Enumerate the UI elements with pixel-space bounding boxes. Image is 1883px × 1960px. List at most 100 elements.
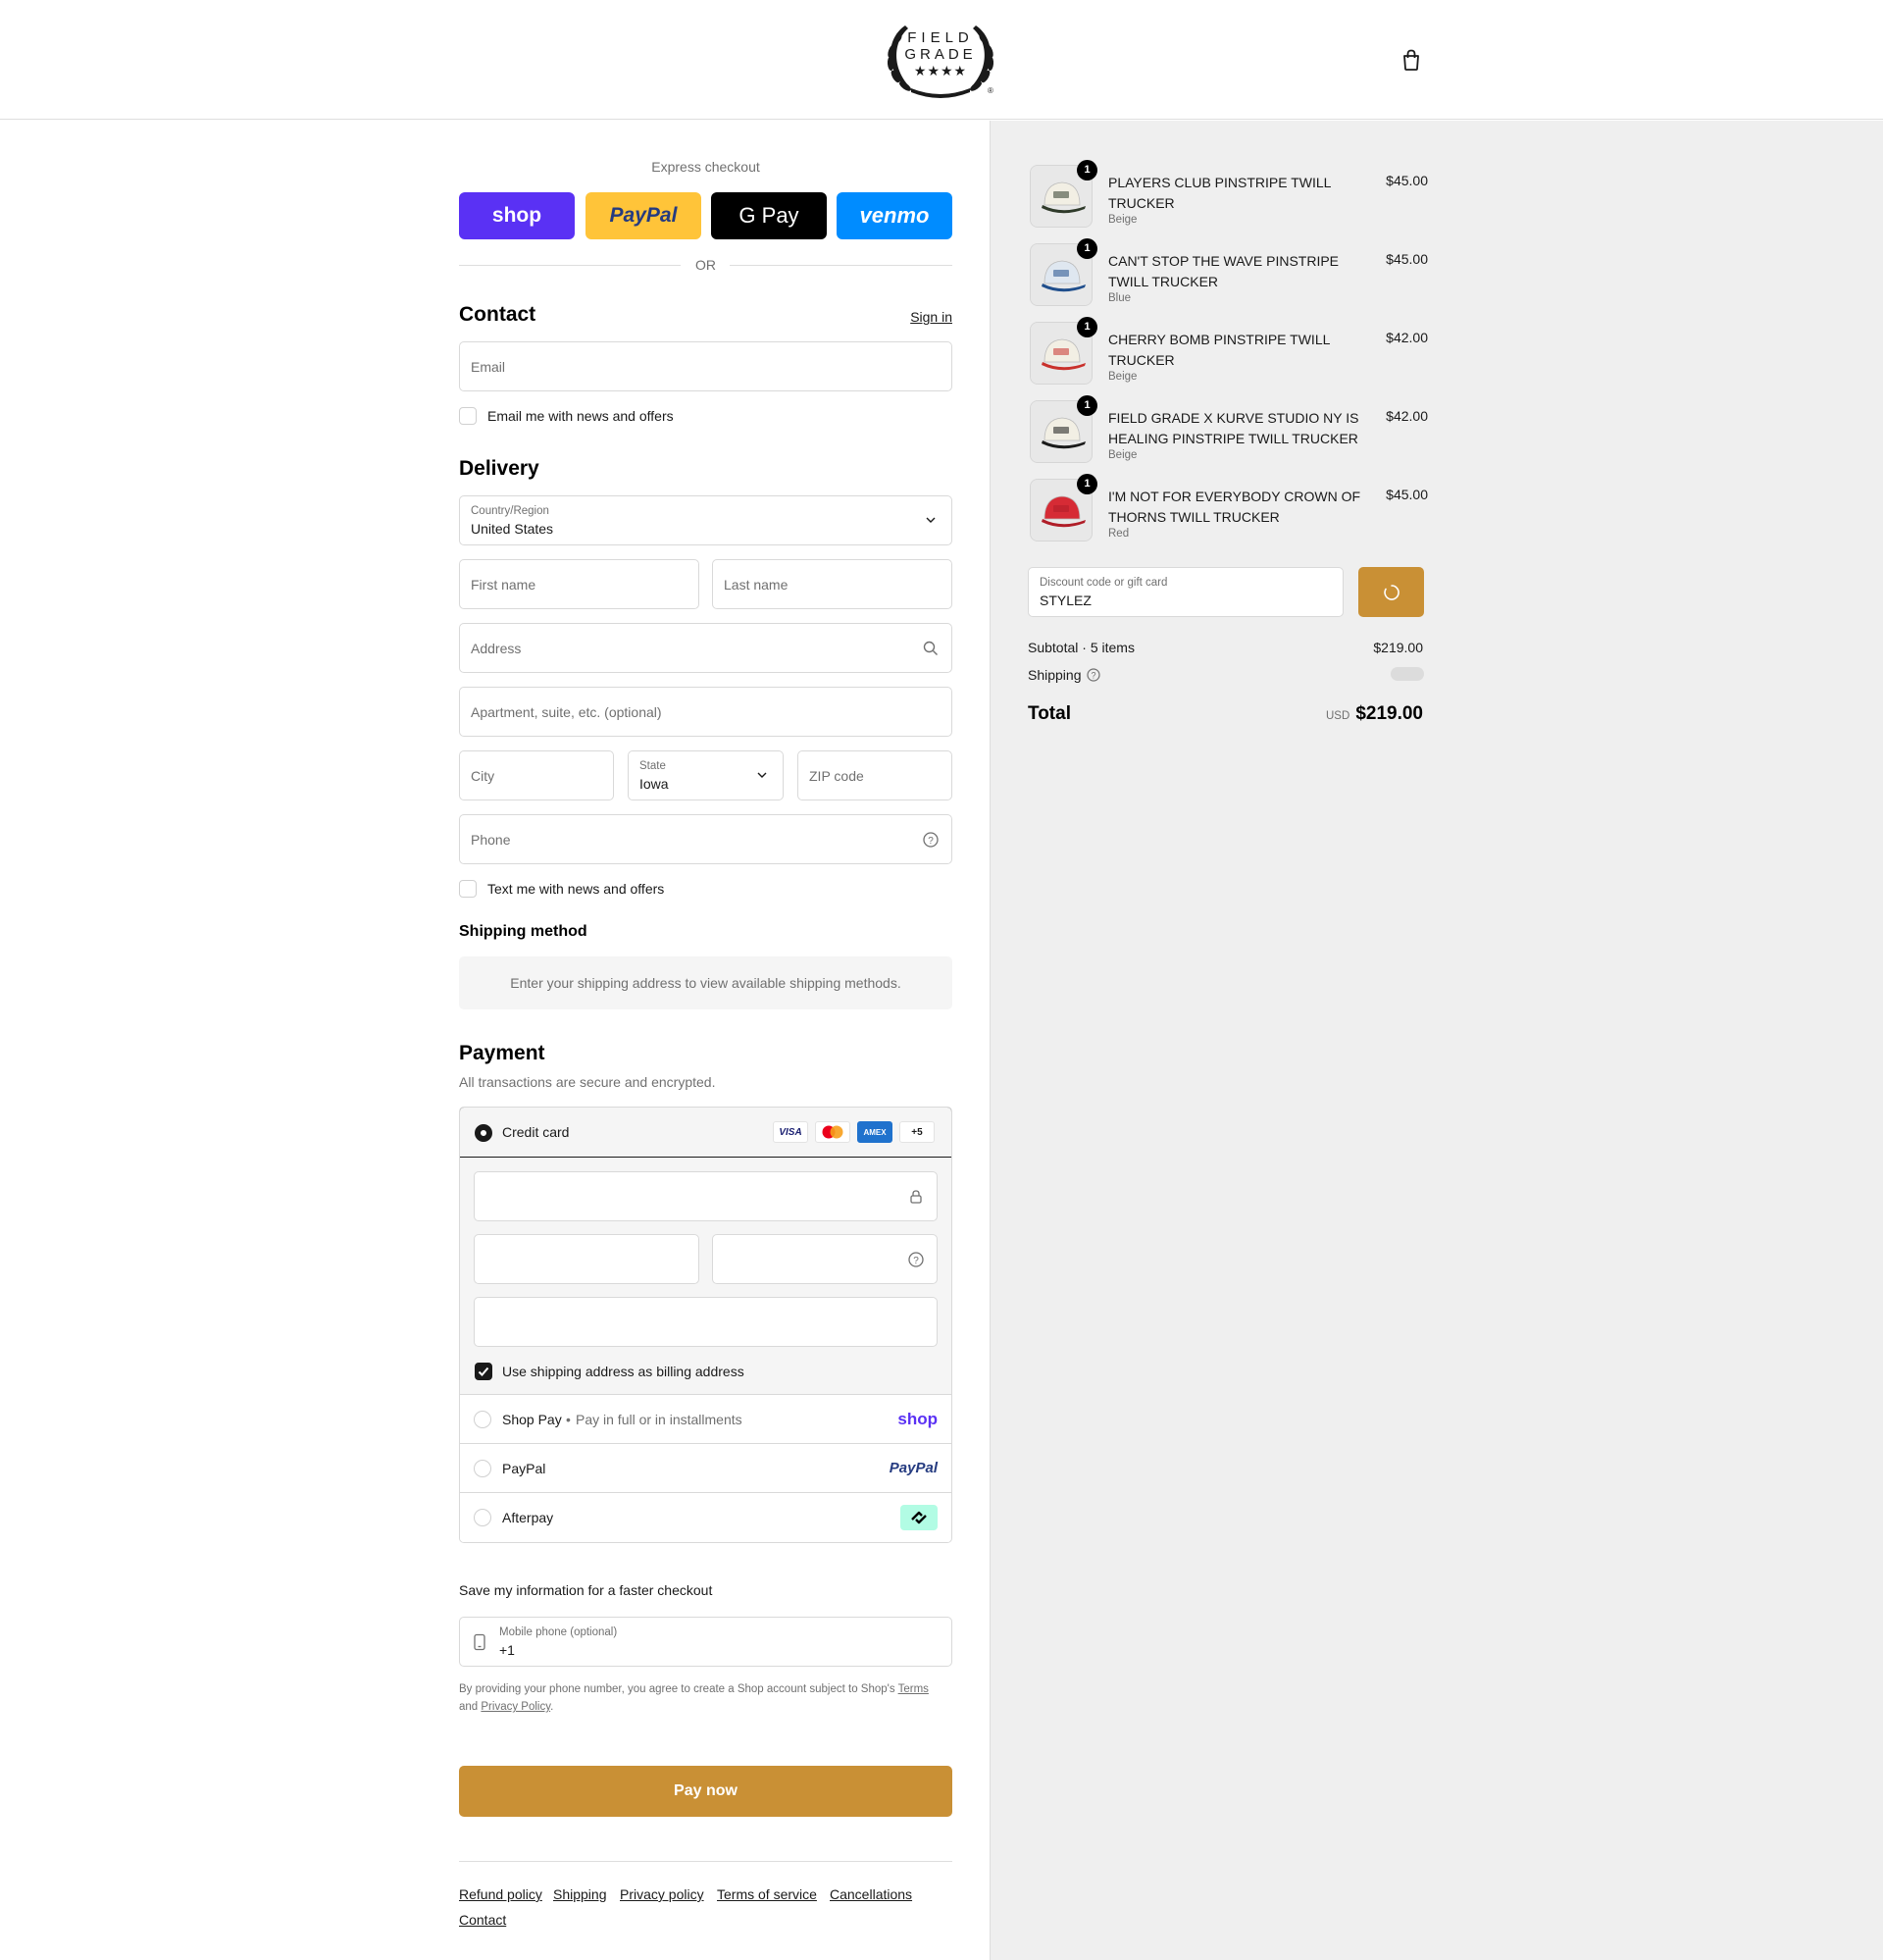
payment-methods: Credit card VISA AMEX +5 ? Use shipping … bbox=[459, 1107, 952, 1543]
credit-card-radio[interactable] bbox=[475, 1124, 492, 1142]
paypal-option[interactable]: PayPal PayPal bbox=[460, 1444, 951, 1493]
email-placeholder: Email bbox=[471, 359, 506, 375]
product-price: $42.00 bbox=[1386, 330, 1428, 345]
country-select[interactable]: Country/Region United States bbox=[459, 495, 952, 545]
expiry-date-field[interactable] bbox=[474, 1234, 699, 1284]
discount-code-value: STYLEZ bbox=[1040, 593, 1092, 608]
state-select[interactable]: State Iowa bbox=[628, 750, 784, 800]
mobile-phone-value: +1 bbox=[499, 1642, 515, 1658]
amex-icon: AMEX bbox=[857, 1121, 892, 1143]
shop-pay-radio[interactable] bbox=[474, 1411, 491, 1428]
contact-link[interactable]: Contact bbox=[459, 1912, 506, 1928]
name-on-card-field[interactable] bbox=[474, 1297, 938, 1347]
mobile-phone-field[interactable]: Mobile phone (optional) +1 bbox=[459, 1617, 952, 1667]
subtotal-label: Subtotal · 5 items bbox=[1028, 640, 1135, 655]
total-label: Total bbox=[1028, 703, 1071, 724]
security-code-field[interactable]: ? bbox=[712, 1234, 938, 1284]
first-name-placeholder: First name bbox=[471, 577, 536, 593]
svg-text:?: ? bbox=[1091, 671, 1095, 681]
terms-link[interactable]: Terms bbox=[898, 1683, 929, 1695]
privacy-policy-link[interactable]: Privacy Policy bbox=[481, 1701, 550, 1713]
legal-and: and bbox=[459, 1701, 479, 1713]
cart-item: 1 FIELD GRADE X KURVE STUDIO NY IS HEALIN… bbox=[1030, 395, 1428, 465]
shop-pay-bullet: • bbox=[566, 1412, 571, 1427]
logo-text-grade: GRADE bbox=[904, 46, 977, 63]
address-placeholder: Address bbox=[471, 641, 522, 656]
payment-heading: Payment bbox=[459, 1042, 545, 1064]
shipping-method-notice: Enter your shipping address to view avai… bbox=[459, 956, 952, 1009]
city-placeholder: City bbox=[471, 768, 495, 784]
shop-pay-logo: shop bbox=[491, 204, 542, 227]
save-info-heading: Save my information for a faster checkou… bbox=[459, 1582, 713, 1598]
card-number-field[interactable] bbox=[474, 1171, 938, 1221]
last-name-field[interactable]: Last name bbox=[712, 559, 952, 609]
state-value: Iowa bbox=[639, 776, 669, 792]
venmo-express-button[interactable]: venmo bbox=[837, 192, 952, 239]
google-pay-logo: G Pay bbox=[738, 203, 799, 228]
help-circle-icon[interactable]: ? bbox=[907, 1251, 925, 1268]
venmo-logo: venmo bbox=[859, 203, 930, 228]
cancellations-link[interactable]: Cancellations bbox=[830, 1886, 912, 1902]
product-name: CAN'T STOP THE WAVE PINSTRIPE TWILL TRUC… bbox=[1108, 253, 1340, 289]
product-variant: Beige bbox=[1108, 449, 1138, 461]
paypal-express-button[interactable]: PayPal bbox=[585, 192, 701, 239]
text-news-label: Text me with news and offers bbox=[487, 881, 665, 897]
shop-pay-option[interactable]: Shop Pay • Pay in full or in installment… bbox=[460, 1395, 951, 1444]
discount-code-label: Discount code or gift card bbox=[1040, 577, 1168, 589]
order-summary-panel: 1 PLAYERS CLUB PINSTRIPE TWILL TRUCKER Bei… bbox=[990, 121, 1883, 1960]
apply-discount-button[interactable] bbox=[1358, 567, 1424, 617]
cart-button[interactable] bbox=[1400, 48, 1422, 72]
city-field[interactable]: City bbox=[459, 750, 614, 800]
shipping-method-heading: Shipping method bbox=[459, 923, 587, 940]
help-circle-icon[interactable]: ? bbox=[922, 831, 940, 849]
privacy-policy-footer-link[interactable]: Privacy policy bbox=[620, 1886, 704, 1902]
address-field[interactable]: Address bbox=[459, 623, 952, 673]
lock-icon bbox=[910, 1190, 922, 1204]
credit-card-form: ? Use shipping address as billing addres… bbox=[460, 1158, 951, 1395]
svg-text:?: ? bbox=[913, 1256, 919, 1266]
cart-item: 1 CHERRY BOMB PINSTRIPE TWILL TRUCKER Beig… bbox=[1030, 317, 1428, 387]
shop-pay-express-button[interactable]: shop bbox=[459, 192, 575, 239]
search-icon bbox=[923, 641, 938, 655]
shipping-label: Shipping bbox=[1028, 667, 1082, 683]
text-news-checkbox[interactable] bbox=[459, 880, 477, 898]
pay-now-button[interactable]: Pay now bbox=[459, 1766, 952, 1817]
visa-icon: VISA bbox=[773, 1121, 808, 1143]
phone-placeholder: Phone bbox=[471, 832, 511, 848]
discount-code-input[interactable]: Discount code or gift card STYLEZ bbox=[1028, 567, 1344, 617]
billing-same-checkbox[interactable] bbox=[475, 1363, 492, 1380]
help-circle-icon[interactable]: ? bbox=[1087, 668, 1100, 682]
legal-period: . bbox=[550, 1701, 554, 1713]
mobile-phone-icon bbox=[474, 1633, 485, 1651]
contact-heading: Contact bbox=[459, 303, 536, 326]
checkout-header: FIELD GRADE ★★★★ ® bbox=[0, 0, 1883, 120]
quantity-badge: 1 bbox=[1077, 395, 1097, 416]
refund-policy-link[interactable]: Refund policy bbox=[459, 1886, 542, 1902]
phone-field[interactable]: Phone ? bbox=[459, 814, 952, 864]
product-name: FIELD GRADE X KURVE STUDIO NY IS HEALING… bbox=[1108, 410, 1359, 446]
terms-of-service-link[interactable]: Terms of service bbox=[717, 1886, 817, 1902]
email-news-checkbox[interactable] bbox=[459, 407, 477, 425]
quantity-badge: 1 bbox=[1077, 238, 1097, 259]
email-field[interactable]: Email bbox=[459, 341, 952, 391]
product-price: $45.00 bbox=[1386, 173, 1428, 188]
product-price: $42.00 bbox=[1386, 408, 1428, 424]
loading-spinner-icon bbox=[1384, 585, 1400, 600]
footer-divider bbox=[459, 1861, 952, 1862]
first-name-field[interactable]: First name bbox=[459, 559, 699, 609]
field-grade-logo[interactable]: FIELD GRADE ★★★★ ® bbox=[876, 18, 1005, 102]
afterpay-radio[interactable] bbox=[474, 1509, 491, 1526]
google-pay-express-button[interactable]: G Pay bbox=[711, 192, 827, 239]
paypal-radio[interactable] bbox=[474, 1460, 491, 1477]
chevron-down-icon bbox=[757, 772, 767, 778]
credit-card-option[interactable]: Credit card VISA AMEX +5 bbox=[460, 1108, 951, 1158]
mobile-phone-label: Mobile phone (optional) bbox=[499, 1626, 618, 1638]
shipping-policy-link[interactable]: Shipping bbox=[553, 1886, 607, 1902]
afterpay-option[interactable]: Afterpay bbox=[460, 1493, 951, 1542]
shop-pay-subtitle: Pay in full or in installments bbox=[576, 1412, 742, 1427]
afterpay-logo-icon bbox=[900, 1505, 938, 1530]
zip-field[interactable]: ZIP code bbox=[797, 750, 952, 800]
product-variant: Beige bbox=[1108, 371, 1138, 383]
apartment-field[interactable]: Apartment, suite, etc. (optional) bbox=[459, 687, 952, 737]
sign-in-link[interactable]: Sign in bbox=[910, 309, 952, 325]
